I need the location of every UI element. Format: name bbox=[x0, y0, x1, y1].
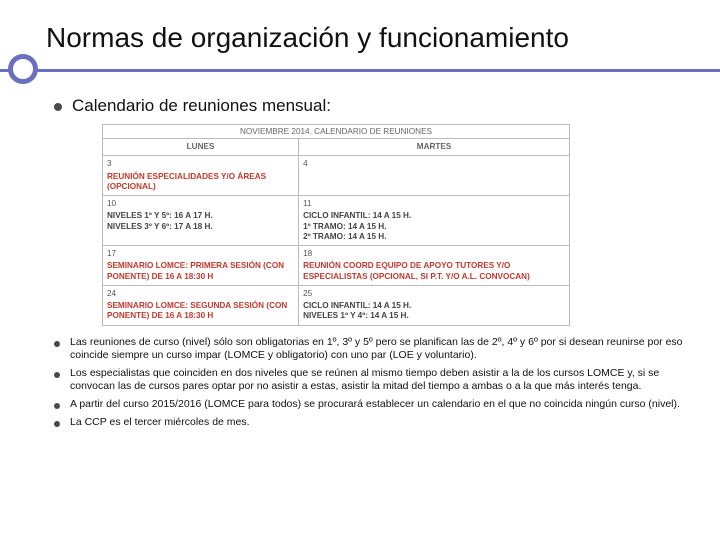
table-caption: NOVIEMBRE 2014. CALENDARIO DE REUNIONES bbox=[102, 124, 570, 138]
lead-text: Calendario de reuniones mensual: bbox=[72, 96, 331, 116]
day-number: 25 bbox=[303, 289, 565, 299]
day-number: 10 bbox=[107, 199, 294, 209]
bullet-icon bbox=[54, 372, 60, 378]
list-item: Los especialistas que coinciden en dos n… bbox=[54, 367, 684, 394]
note-text: La CCP es el tercer miércoles de mes. bbox=[70, 416, 250, 430]
bullet-icon bbox=[54, 403, 60, 409]
cell-martes: 18 REUNIÓN COORD EQUIPO DE APOYO TUTORES… bbox=[299, 246, 570, 286]
note-text: Los especialistas que coinciden en dos n… bbox=[70, 367, 684, 394]
calendar-table: LUNES MARTES 3 REUNIÓN ESPECIALIDADES Y/… bbox=[102, 138, 570, 326]
day-number: 18 bbox=[303, 249, 565, 259]
cell-lunes: 3 REUNIÓN ESPECIALIDADES Y/O ÁREAS (OPCI… bbox=[103, 156, 299, 196]
content-area: Calendario de reuniones mensual: NOVIEMB… bbox=[30, 94, 690, 429]
title-decoration bbox=[30, 58, 690, 86]
bullet-icon bbox=[54, 421, 60, 427]
slide: Normas de organización y funcionamiento … bbox=[0, 0, 720, 540]
cell-text: REUNIÓN ESPECIALIDADES Y/O ÁREAS (OPCION… bbox=[107, 172, 266, 191]
note-text: A partir del curso 2015/2016 (LOMCE para… bbox=[70, 398, 680, 412]
cell-text: CICLO INFANTIL: 14 A 15 H.1º TRAMO: 14 A… bbox=[303, 211, 411, 241]
page-title: Normas de organización y funcionamiento bbox=[46, 22, 690, 54]
cell-martes: 25 CICLO INFANTIL: 14 A 15 H.NIVELES 1º … bbox=[299, 285, 570, 325]
note-text: Las reuniones de curso (nivel) sólo son … bbox=[70, 336, 684, 363]
day-number: 24 bbox=[107, 289, 294, 299]
list-item: Las reuniones de curso (nivel) sólo son … bbox=[54, 336, 684, 363]
day-number: 17 bbox=[107, 249, 294, 259]
decoration-line bbox=[0, 69, 720, 72]
cell-text: SEMINARIO LOMCE: SEGUNDA SESIÓN (CON PON… bbox=[107, 301, 287, 320]
decoration-circle bbox=[8, 54, 38, 84]
day-number: 11 bbox=[303, 199, 565, 209]
cell-text: SEMINARIO LOMCE: PRIMERA SESIÓN (CON PON… bbox=[107, 261, 284, 280]
cell-lunes: 24 SEMINARIO LOMCE: SEGUNDA SESIÓN (CON … bbox=[103, 285, 299, 325]
list-item: La CCP es el tercer miércoles de mes. bbox=[54, 416, 684, 430]
cell-lunes: 17 SEMINARIO LOMCE: PRIMERA SESIÓN (CON … bbox=[103, 246, 299, 286]
day-number: 4 bbox=[303, 159, 565, 169]
table-row: 24 SEMINARIO LOMCE: SEGUNDA SESIÓN (CON … bbox=[103, 285, 570, 325]
cell-lunes: 10 NIVELES 1º Y 5º: 16 A 17 H.NIVELES 3º… bbox=[103, 196, 299, 246]
notes-list: Las reuniones de curso (nivel) sólo son … bbox=[54, 336, 684, 430]
cell-text: REUNIÓN COORD EQUIPO DE APOYO TUTORES Y/… bbox=[303, 261, 530, 280]
list-item: A partir del curso 2015/2016 (LOMCE para… bbox=[54, 398, 684, 412]
bullet-icon bbox=[54, 341, 60, 347]
cell-martes: 4 bbox=[299, 156, 570, 196]
col-head-martes: MARTES bbox=[299, 139, 570, 156]
calendar-table-wrap: NOVIEMBRE 2014. CALENDARIO DE REUNIONES … bbox=[102, 124, 570, 326]
table-row: 3 REUNIÓN ESPECIALIDADES Y/O ÁREAS (OPCI… bbox=[103, 156, 570, 196]
table-row: 17 SEMINARIO LOMCE: PRIMERA SESIÓN (CON … bbox=[103, 246, 570, 286]
bullet-icon bbox=[54, 103, 62, 111]
cell-text: NIVELES 1º Y 5º: 16 A 17 H.NIVELES 3º Y … bbox=[107, 211, 213, 230]
lead-bullet: Calendario de reuniones mensual: bbox=[54, 96, 684, 116]
col-head-lunes: LUNES bbox=[103, 139, 299, 156]
day-number: 3 bbox=[107, 159, 294, 169]
cell-martes: 11 CICLO INFANTIL: 14 A 15 H.1º TRAMO: 1… bbox=[299, 196, 570, 246]
cell-text: CICLO INFANTIL: 14 A 15 H.NIVELES 1º Y 4… bbox=[303, 301, 411, 320]
table-row: 10 NIVELES 1º Y 5º: 16 A 17 H.NIVELES 3º… bbox=[103, 196, 570, 246]
table-header-row: LUNES MARTES bbox=[103, 139, 570, 156]
